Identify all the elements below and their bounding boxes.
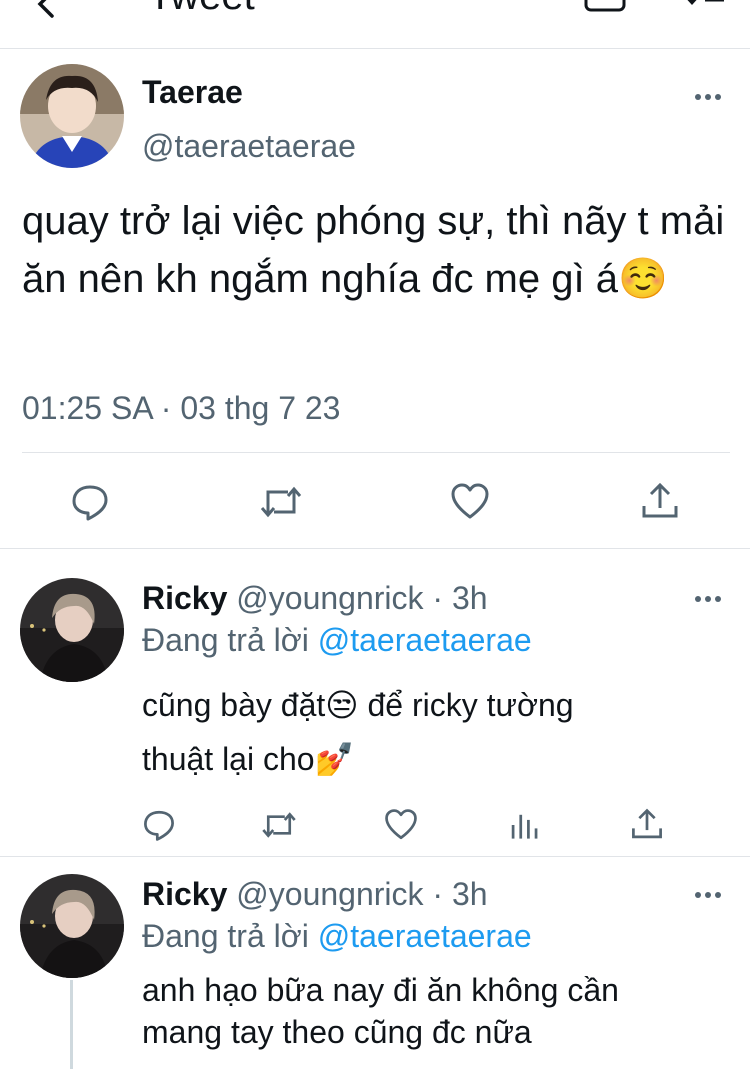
replying-to: Đang trả lời @taeraetaerae xyxy=(142,918,532,955)
replying-to-label: Đang trả lời xyxy=(142,918,309,954)
reply-author-name[interactable]: Ricky xyxy=(142,876,227,912)
avatar[interactable] xyxy=(20,874,124,978)
tweet-text: quay trở lại việc phóng sự, thì nãy t mả… xyxy=(22,199,725,301)
divider xyxy=(0,548,750,549)
reply-icon[interactable] xyxy=(142,808,176,842)
retweet-icon[interactable] xyxy=(258,482,304,522)
profile-photo xyxy=(20,64,124,168)
reply-text-line: cũng bày đặt😒 để ricky tường xyxy=(142,687,574,723)
like-icon[interactable] xyxy=(384,808,418,842)
replying-to-mention[interactable]: @taeraetaerae xyxy=(318,918,532,954)
replying-to-mention[interactable]: @taeraetaerae xyxy=(318,622,532,658)
author-handle[interactable]: @taeraetaerae xyxy=(142,128,356,165)
author-name[interactable]: Taerae xyxy=(142,74,243,111)
profile-photo xyxy=(20,874,124,978)
reply-author-line: Ricky @youngnrick · 3h xyxy=(142,580,488,617)
camera-icon[interactable] xyxy=(583,0,629,14)
thread-connector xyxy=(70,980,73,1069)
reply-time: · 3h xyxy=(432,580,488,616)
divider xyxy=(22,452,730,453)
replying-to-label: Đang trả lời xyxy=(142,622,309,658)
more-options-icon[interactable] xyxy=(694,92,722,102)
like-icon[interactable] xyxy=(450,482,490,522)
top-bar: Tweet xyxy=(0,0,750,49)
page-title: Tweet xyxy=(148,0,255,19)
reply-text-line: mang tay theo cũng đc nữa xyxy=(142,1014,532,1050)
replying-to: Đang trả lời @taeraetaerae xyxy=(142,622,532,659)
tweet-timestamp[interactable]: 01:25 SA · 03 thg 7 23 xyxy=(22,390,340,427)
reply-icon[interactable] xyxy=(70,482,110,522)
analytics-icon[interactable] xyxy=(508,808,542,842)
back-arrow-icon[interactable] xyxy=(30,0,66,22)
filter-icon[interactable] xyxy=(678,0,726,14)
reply-author-line: Ricky @youngnrick · 3h xyxy=(142,876,488,913)
reply-text-line: anh hạo bữa nay đi ăn không cần xyxy=(142,972,619,1008)
share-icon[interactable] xyxy=(630,808,664,842)
reply-author-handle[interactable]: @youngnrick xyxy=(236,876,423,912)
profile-photo xyxy=(20,578,124,682)
reply-author-handle[interactable]: @youngnrick xyxy=(236,580,423,616)
reply-text-line: thuật lại cho💅 xyxy=(142,741,355,777)
divider xyxy=(0,856,750,857)
more-options-icon[interactable] xyxy=(694,890,722,900)
retweet-icon[interactable] xyxy=(260,808,298,842)
avatar[interactable] xyxy=(20,578,124,682)
reply-author-name[interactable]: Ricky xyxy=(142,580,227,616)
share-icon[interactable] xyxy=(640,482,680,522)
reply-time: · 3h xyxy=(432,876,488,912)
avatar[interactable] xyxy=(20,64,124,168)
more-options-icon[interactable] xyxy=(694,594,722,604)
